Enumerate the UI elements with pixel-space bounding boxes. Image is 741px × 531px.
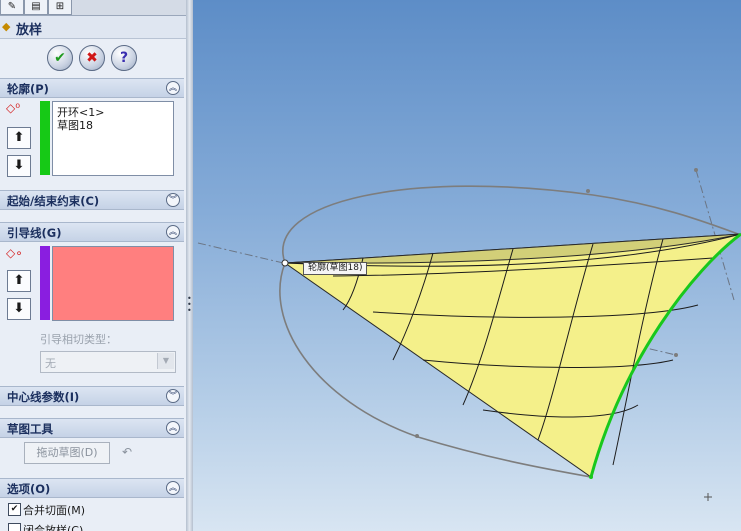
- help-icon: ?: [119, 50, 129, 66]
- profile-callout[interactable]: 轮廓(草图18): [303, 262, 368, 275]
- list-item[interactable]: 草图18: [57, 117, 93, 133]
- arrow-up-icon: ⬆: [13, 130, 25, 145]
- arrow-down-icon: ⬇: [13, 158, 25, 173]
- feature-manager-icon: ✎: [7, 1, 17, 12]
- collapse-icon[interactable]: ︽: [166, 481, 180, 495]
- tangency-type-value: 无: [45, 357, 56, 370]
- centerline-section-header[interactable]: 中心线参数(I) ︾: [0, 386, 184, 406]
- centerline-section-label: 中心线参数(I): [7, 390, 80, 404]
- axis-point[interactable]: [674, 353, 678, 357]
- close-icon: ✖: [86, 50, 98, 66]
- property-manager-panel: ✎ ▤ ⊞ ◆ 放样 ✔ ✖ ? 轮廓(P) ︽ ◇⁰ ⬆ ⬇ 开环<1> 草图…: [0, 0, 186, 531]
- merge-tangent-label: 合并切面(M): [23, 504, 86, 517]
- profile-select-icon: ◇⁰: [6, 101, 21, 115]
- expand-icon[interactable]: ︾: [166, 193, 180, 207]
- guides-section-label: 引导线(G): [7, 226, 62, 240]
- profiles-section-header[interactable]: 轮廓(P) ︽: [0, 78, 184, 98]
- guides-color-bar: [40, 246, 50, 320]
- undo-icon[interactable]: ↶: [122, 445, 132, 459]
- guide-point[interactable]: [586, 189, 590, 193]
- guide-select-icon: ◇∘: [6, 246, 23, 260]
- expand-icon[interactable]: ︾: [166, 389, 180, 403]
- property-manager-icon: ▤: [31, 1, 41, 12]
- help-button[interactable]: ?: [111, 45, 137, 71]
- guide-point[interactable]: [415, 434, 419, 438]
- collapse-icon[interactable]: ︽: [166, 81, 180, 95]
- move-up-button[interactable]: ⬆: [7, 127, 31, 149]
- profiles-section-label: 轮廓(P): [7, 82, 49, 96]
- graphics-viewport[interactable]: 轮廓(草图18): [193, 0, 741, 531]
- splitter-grip-icon: • • •: [187, 294, 192, 315]
- ok-button[interactable]: ✔: [47, 45, 73, 71]
- cancel-button[interactable]: ✖: [79, 45, 105, 71]
- sketch-tools-section-header[interactable]: 草图工具 ︽: [0, 418, 184, 438]
- arrow-up-icon: ⬆: [13, 273, 25, 288]
- merge-tangent-checkbox[interactable]: ✔: [8, 503, 21, 516]
- profiles-list[interactable]: 开环<1> 草图18: [52, 101, 174, 176]
- options-section-label: 选项(O): [7, 482, 51, 496]
- manager-tab-bar: ✎ ▤ ⊞: [0, 0, 186, 16]
- guides-section-header[interactable]: 引导线(G) ︽: [0, 222, 184, 242]
- move-down-button[interactable]: ⬇: [7, 155, 31, 177]
- drag-sketch-button[interactable]: 拖动草图(D): [24, 442, 110, 464]
- check-icon: ✔: [54, 50, 66, 66]
- guides-list[interactable]: [52, 246, 174, 321]
- configuration-manager-icon: ⊞: [55, 1, 65, 12]
- guide-move-down-button[interactable]: ⬇: [7, 298, 31, 320]
- panel-splitter[interactable]: • • •: [186, 0, 193, 531]
- closed-loft-label: 闭合放样(C): [23, 524, 84, 531]
- feature-header: ◆ 放样: [0, 16, 186, 39]
- arrow-down-icon: ⬇: [13, 301, 25, 316]
- start-end-section-label: 起始/结束约束(C): [7, 194, 100, 208]
- configuration-manager-tab[interactable]: ⊞: [48, 0, 72, 15]
- feature-manager-tab[interactable]: ✎: [0, 0, 24, 15]
- collapse-icon[interactable]: ︽: [166, 421, 180, 435]
- confirm-row: ✔ ✖ ?: [0, 40, 186, 76]
- options-section-header[interactable]: 选项(O) ︽: [0, 478, 184, 498]
- profiles-color-bar: [40, 101, 50, 175]
- axis-point[interactable]: [694, 168, 698, 172]
- feature-title: 放样: [16, 23, 43, 38]
- tangency-type-select[interactable]: 无 ▼: [40, 351, 176, 373]
- collapse-icon[interactable]: ︽: [166, 225, 180, 239]
- loft-preview-canvas[interactable]: [193, 0, 741, 531]
- property-manager-tab[interactable]: ▤: [24, 0, 48, 15]
- loft-end-point[interactable]: [589, 475, 593, 479]
- loft-icon: ◆: [2, 20, 11, 33]
- crosshair-icon: [704, 493, 712, 501]
- chevron-down-icon[interactable]: ▼: [157, 353, 174, 369]
- sketch-tools-section-label: 草图工具: [7, 422, 53, 436]
- start-end-section-header[interactable]: 起始/结束约束(C) ︾: [0, 190, 184, 210]
- loft-start-point[interactable]: [281, 259, 289, 267]
- guide-move-up-button[interactable]: ⬆: [7, 270, 31, 292]
- closed-loft-checkbox[interactable]: [8, 523, 21, 531]
- tangency-type-label: 引导相切类型：: [40, 333, 117, 346]
